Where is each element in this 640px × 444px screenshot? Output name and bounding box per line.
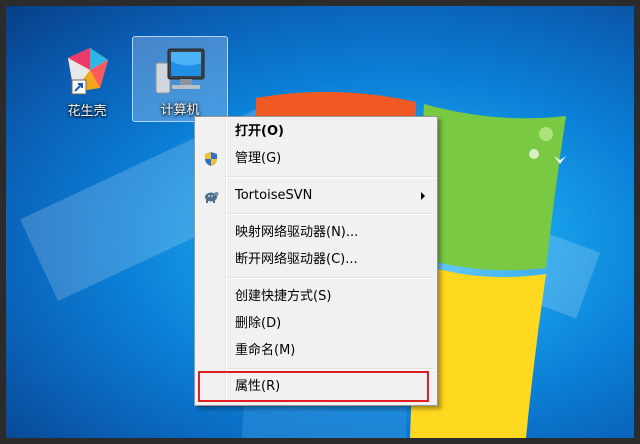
menu-item-map-network-drive[interactable]: 映射网络驱动器(N)...: [197, 221, 435, 245]
menu-separator: [227, 368, 435, 370]
peanut-shell-shortcut-icon: [68, 48, 108, 95]
uac-shield-icon: [205, 152, 217, 166]
submenu-arrow-icon: [421, 192, 425, 200]
menu-separator: [227, 176, 435, 178]
menu-item-label: 打开(O): [235, 124, 284, 139]
context-menu: 打开(O) 管理(G) TortoiseSVN 映射网络驱动器(N)... 断开…: [194, 116, 438, 406]
menu-item-manage[interactable]: 管理(G): [197, 147, 435, 171]
desktop-icon-peanut-shell[interactable]: 花生壳: [40, 38, 134, 122]
menu-item-create-shortcut[interactable]: 创建快捷方式(S): [197, 285, 435, 309]
menu-separator: [227, 277, 435, 279]
menu-item-label: 断开网络驱动器(C)...: [235, 252, 358, 267]
menu-item-label: TortoiseSVN: [235, 188, 313, 203]
menu-item-label: 映射网络驱动器(N)...: [235, 225, 359, 240]
menu-item-disconnect-network-drive[interactable]: 断开网络驱动器(C)...: [197, 248, 435, 272]
menu-item-label: 删除(D): [235, 316, 282, 331]
menu-item-rename[interactable]: 重命名(M): [197, 339, 435, 363]
desktop-icon-label: 花生壳: [67, 104, 107, 119]
tortoise-svn-icon: [205, 192, 219, 203]
menu-item-tortoisesvn[interactable]: TortoiseSVN: [197, 184, 435, 208]
menu-separator: [227, 213, 435, 215]
menu-item-label: 重命名(M): [235, 343, 296, 358]
menu-item-delete[interactable]: 删除(D): [197, 312, 435, 336]
desktop-icon-computer[interactable]: 计算机: [132, 36, 228, 122]
menu-item-open[interactable]: 打开(O): [197, 120, 435, 144]
computer-icon: [155, 48, 205, 94]
menu-item-label: 管理(G): [235, 151, 282, 166]
menu-item-label: 创建快捷方式(S): [235, 289, 332, 304]
properties-highlight-box: [198, 371, 429, 402]
